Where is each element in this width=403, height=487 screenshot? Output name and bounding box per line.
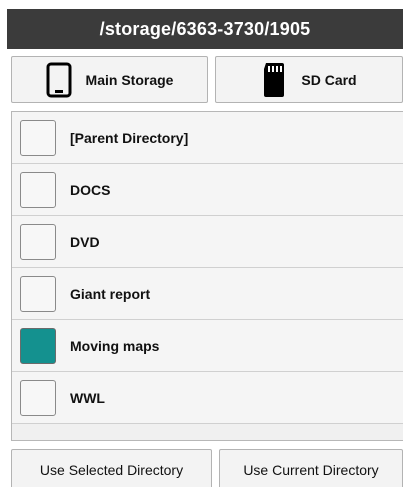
list-item[interactable]: WWL bbox=[12, 372, 403, 424]
directory-label: Moving maps bbox=[70, 337, 160, 354]
directory-checkbox[interactable] bbox=[20, 119, 56, 156]
directory-checkbox[interactable] bbox=[20, 379, 56, 416]
directory-label: DVD bbox=[70, 233, 100, 250]
directory-label: WWL bbox=[70, 389, 105, 406]
main-storage-label: Main Storage bbox=[85, 71, 174, 88]
sd-card-button[interactable]: SD Card bbox=[215, 56, 403, 103]
list-item[interactable]: DOCS bbox=[12, 164, 403, 216]
directory-label: Giant report bbox=[70, 285, 151, 302]
list-item[interactable]: Giant report bbox=[12, 268, 403, 320]
directory-picker: /storage/6363-3730/1905 Main Storage SD … bbox=[0, 0, 403, 487]
list-item[interactable]: DVD bbox=[12, 216, 403, 268]
directory-checkbox[interactable] bbox=[20, 223, 56, 260]
directory-checkbox-selected[interactable] bbox=[20, 327, 56, 364]
directory-checkbox[interactable] bbox=[20, 275, 56, 312]
directory-checkbox[interactable] bbox=[20, 171, 56, 208]
directory-label: DOCS bbox=[70, 181, 111, 198]
list-item[interactable]: Moving maps bbox=[12, 320, 403, 372]
tablet-icon bbox=[46, 62, 72, 98]
main-storage-button[interactable]: Main Storage bbox=[11, 56, 208, 103]
sd-card-icon bbox=[261, 62, 287, 98]
directory-label: [Parent Directory] bbox=[70, 129, 189, 146]
use-selected-directory-button[interactable]: Use Selected Directory bbox=[11, 449, 212, 487]
list-item[interactable]: [Parent Directory] bbox=[12, 112, 403, 164]
directory-list[interactable]: [Parent Directory] DOCS DVD Giant report… bbox=[11, 111, 403, 441]
sd-card-label: SD Card bbox=[301, 71, 357, 88]
current-path-title: /storage/6363-3730/1905 bbox=[7, 9, 403, 49]
use-current-directory-button[interactable]: Use Current Directory bbox=[219, 449, 403, 487]
